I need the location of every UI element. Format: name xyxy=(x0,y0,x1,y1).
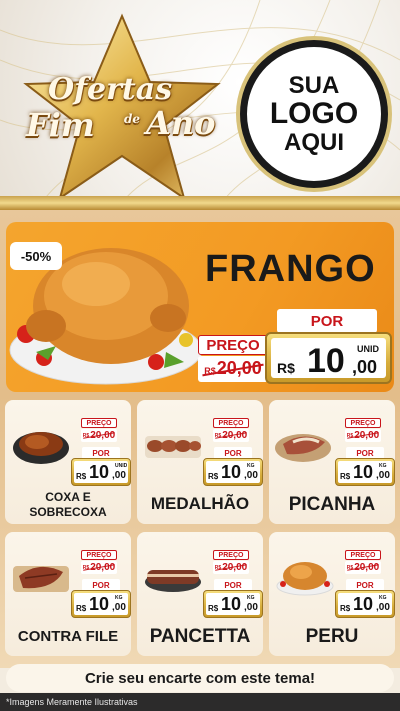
cta-banner[interactable]: Crie seu encarte com este tema! xyxy=(6,664,394,692)
picanha-image xyxy=(275,434,331,462)
unit: KG xyxy=(115,595,123,601)
logo-line2: LOGO xyxy=(269,97,359,131)
featured-price-int: 10 xyxy=(307,342,345,380)
steak-image xyxy=(13,566,69,592)
featured-preco-label: PREÇO xyxy=(198,335,268,355)
old-price: R$ 20,00 xyxy=(213,429,249,442)
logo-placeholder: SUA LOGO AQUI xyxy=(240,40,388,188)
featured-price-dec: ,00 xyxy=(352,357,378,377)
currency: R$ xyxy=(76,472,87,481)
unit: KG xyxy=(247,595,255,601)
header: Ofertas Fim de Ano SUA LOGO AQUI xyxy=(0,0,400,205)
price-int: 10 xyxy=(353,462,374,482)
product-name: COXA E SOBRECOXA xyxy=(29,490,107,519)
preco-label: PREÇO xyxy=(345,550,381,560)
unit: UNID xyxy=(115,463,128,469)
price-tag: R$ 10,00 KG xyxy=(335,590,395,618)
discount-badge: -50% xyxy=(10,242,62,270)
brand-title-line2: Fim xyxy=(26,106,95,144)
price-tag: R$ 10,00 KG xyxy=(335,458,395,486)
featured-product-name: FRANGO xyxy=(205,248,376,290)
price-dec: ,00 xyxy=(376,602,390,613)
old-price: R$ 20,00 xyxy=(345,561,381,574)
product-name: CONTRA FILE xyxy=(17,628,119,645)
old-price: R$ 20,00 xyxy=(213,561,249,574)
product-card: PREÇO R$ 20,00 POR R$ 10,00 KG MEDALHÃO xyxy=(137,400,263,524)
footer-disclaimer: *Imagens Meramente Ilustrativas xyxy=(0,693,400,711)
price-tag: R$ 10,00 KG xyxy=(203,590,263,618)
logo-line1: SUA xyxy=(288,72,340,100)
price-int: 10 xyxy=(89,462,110,482)
preco-label: PREÇO xyxy=(81,550,117,560)
price-dec: ,00 xyxy=(244,470,258,481)
currency: R$ xyxy=(208,472,219,481)
flyer: Ofertas Fim de Ano SUA LOGO AQUI -50% FR… xyxy=(0,0,400,711)
unit: KG xyxy=(247,463,255,469)
product-name: PERU xyxy=(305,626,359,647)
medallion-image xyxy=(145,436,201,458)
turkey-image xyxy=(276,562,334,596)
old-price: R$ 20,00 xyxy=(345,429,381,442)
featured-price-tag: R$ 10 ,00 UNID xyxy=(265,332,392,384)
price-int: 10 xyxy=(221,594,242,614)
product-card: PREÇO R$ 20,00 POR R$ 10,00 KG PICANHA xyxy=(269,400,395,524)
featured-unit: UNID xyxy=(357,344,379,354)
price-int: 10 xyxy=(89,594,110,614)
unit: KG xyxy=(379,463,387,469)
old-price: R$ 20,00 xyxy=(81,429,117,442)
old-price: R$ 20,00 xyxy=(81,561,117,574)
currency: R$ xyxy=(340,604,351,613)
gold-divider xyxy=(0,196,400,210)
brand-title-line1: Ofertas xyxy=(48,72,173,107)
product-card: PREÇO R$ 20,00 POR R$ 10,00 UNID COXA E SOB… xyxy=(5,400,131,524)
preco-label: PREÇO xyxy=(81,418,117,428)
product-name: MEDALHÃO xyxy=(150,494,250,513)
preco-label: PREÇO xyxy=(345,418,381,428)
currency: R$ xyxy=(340,472,351,481)
currency: R$ xyxy=(76,604,87,613)
price-tag: R$ 10,00 KG xyxy=(203,458,263,486)
product-card: PREÇO R$ 20,00 POR R$ 10,00 KG CONTRA FILE xyxy=(5,532,131,656)
brand-title-de: de xyxy=(124,112,141,126)
featured-section: -50% FRANGO POR PREÇO R$ 20,00 R$ 10 ,00… xyxy=(0,210,400,396)
product-name: PANCETTA xyxy=(149,626,251,647)
price-dec: ,00 xyxy=(112,470,126,481)
price-dec: ,00 xyxy=(112,602,126,613)
featured-por-label: POR xyxy=(277,309,377,333)
pancetta-image xyxy=(145,570,201,592)
price-tag: R$ 10,00 UNID xyxy=(71,458,131,486)
preco-label: PREÇO xyxy=(213,550,249,560)
product-name: PICANHA xyxy=(288,494,376,515)
price-dec: ,00 xyxy=(244,602,258,613)
logo-line3: AQUI xyxy=(284,128,344,156)
currency: R$ xyxy=(208,604,219,613)
price-int: 10 xyxy=(221,462,242,482)
price-tag: R$ 10,00 KG xyxy=(71,590,131,618)
chicken-leg-image xyxy=(13,432,69,464)
preco-label: PREÇO xyxy=(213,418,249,428)
product-card: PREÇO R$ 20,00 POR R$ 10,00 KG PERU xyxy=(269,532,395,656)
featured-currency: R$ xyxy=(277,360,295,376)
price-int: 10 xyxy=(353,594,374,614)
product-card: PREÇO R$ 20,00 POR R$ 10,00 KG PANCETTA xyxy=(137,532,263,656)
price-dec: ,00 xyxy=(376,470,390,481)
featured-old-price: R$ 20,00 xyxy=(198,356,268,382)
brand-title-line3: Ano xyxy=(146,104,216,142)
unit: KG xyxy=(379,595,387,601)
